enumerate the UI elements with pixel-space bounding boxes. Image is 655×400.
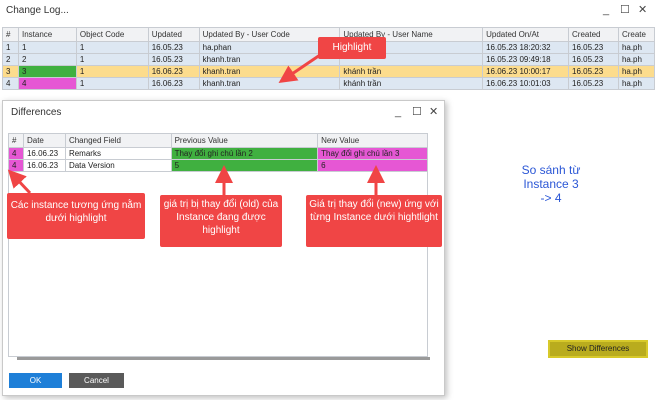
cell: 16.06.23 10:00:17	[482, 65, 570, 78]
new-value-cell: 6	[317, 159, 428, 172]
table-row[interactable]: 4 16.06.23 Remarks Thay đổi ghi chú lần …	[8, 147, 428, 160]
maximize-icon[interactable]: ☐	[620, 4, 630, 16]
table-row-highlighted[interactable]: 3 3 1 16.06.23 khanh.tran khánh trần 16.06.23 …	[2, 65, 655, 78]
cell: 16.06.23	[147, 65, 200, 78]
highlight-callout: Highlight	[318, 37, 386, 59]
previous-value-cell: 5	[170, 159, 319, 172]
dialog-title: Differences	[11, 107, 62, 118]
previous-value-cell: Thay đổi ghi chú lần 2	[170, 147, 319, 160]
cell: 16.05.23	[568, 65, 619, 78]
cell: 16.06.23	[147, 77, 200, 90]
cell: 16.05.23 09:49:18	[482, 53, 570, 66]
differences-dialog: Differences _ ☐ ✕ # Date Changed Field P…	[2, 100, 445, 396]
column-header[interactable]: Created	[568, 27, 619, 42]
cell: 16.06.23	[22, 147, 66, 160]
cell: 16.05.23	[568, 41, 619, 54]
differences-table: # Date Changed Field Previous Value New …	[8, 133, 428, 172]
column-header[interactable]: Previous Value	[170, 133, 319, 148]
new-value-cell: Thay đổi ghi chú lần 3	[317, 147, 428, 160]
column-header[interactable]: Date	[22, 133, 66, 148]
instance-cell-green: 3	[17, 65, 77, 78]
column-header[interactable]: Updated	[147, 27, 200, 42]
cell: 1	[75, 41, 149, 54]
cell: 3	[2, 65, 19, 78]
column-header[interactable]: Instance	[17, 27, 77, 42]
window-title-bar: Change Log... _ ☐ ✕	[0, 0, 655, 24]
window-title: Change Log...	[6, 5, 69, 16]
cell: 16.05.23	[147, 41, 200, 54]
close-icon[interactable]: ✕	[429, 106, 438, 118]
cell: khánh trần	[339, 65, 484, 78]
cell: 4	[2, 77, 19, 90]
column-header[interactable]: New Value	[317, 133, 428, 148]
cell: Remarks	[64, 147, 172, 160]
column-header[interactable]: Changed Field	[64, 133, 172, 148]
cell: 1	[75, 77, 149, 90]
cell: 1	[75, 53, 149, 66]
cell: 2	[17, 53, 77, 66]
instance-cell-magenta: 4	[17, 77, 77, 90]
column-header[interactable]: Create	[617, 27, 655, 42]
show-differences-button[interactable]: Show Differences	[548, 340, 648, 358]
old-value-callout: giá trị bị thay đổi (old) của Instance đ…	[160, 195, 282, 247]
cell: khánh trần	[339, 77, 484, 90]
cell: 1	[17, 41, 77, 54]
cell: 16.05.23	[568, 77, 619, 90]
instance-cell-magenta: 4	[8, 147, 24, 160]
cell: 1	[2, 41, 19, 54]
instances-callout: Các instance tương ứng nằm dưới highligh…	[7, 193, 145, 239]
cell: 16.06.23 10:01:03	[482, 77, 570, 90]
compare-note: So sánh từ Instance 3 -> 4	[521, 163, 581, 205]
close-icon[interactable]: ✕	[638, 4, 647, 16]
cell: Data Version	[64, 159, 172, 172]
cancel-button[interactable]: Cancel	[69, 373, 124, 388]
minimize-icon[interactable]: _	[395, 106, 401, 118]
minimize-icon[interactable]: _	[603, 4, 609, 16]
cell: 16.05.23 18:20:32	[482, 41, 570, 54]
cell: 16.05.23	[147, 53, 200, 66]
table-row[interactable]: 4 4 1 16.06.23 khanh.tran khánh trần 16.06.23 …	[2, 77, 655, 90]
cell: khanh.tran	[198, 77, 341, 90]
cell: ha.ph	[617, 65, 655, 78]
cell: khanh.tran	[198, 65, 341, 78]
column-header[interactable]: #	[8, 133, 24, 148]
cell: 1	[75, 65, 149, 78]
instance-cell-magenta: 4	[8, 159, 24, 172]
cell: ha.ph	[617, 77, 655, 90]
cell: ha.ph	[617, 53, 655, 66]
column-header[interactable]: Updated On/At	[482, 27, 570, 42]
column-header[interactable]: #	[2, 27, 19, 42]
maximize-icon[interactable]: ☐	[412, 106, 422, 118]
horizontal-scrollbar[interactable]	[17, 357, 430, 360]
cell: 16.06.23	[22, 159, 66, 172]
cell: ha.ph	[617, 41, 655, 54]
new-value-callout: Giá trị thay đổi (new) ứng với từng Inst…	[306, 195, 442, 247]
table-row[interactable]: 4 16.06.23 Data Version 5 6	[8, 159, 428, 172]
cell: 2	[2, 53, 19, 66]
ok-button[interactable]: OK	[9, 373, 62, 388]
table-header-row: # Date Changed Field Previous Value New …	[8, 133, 428, 148]
column-header[interactable]: Object Code	[75, 27, 149, 42]
cell: 16.05.23	[568, 53, 619, 66]
